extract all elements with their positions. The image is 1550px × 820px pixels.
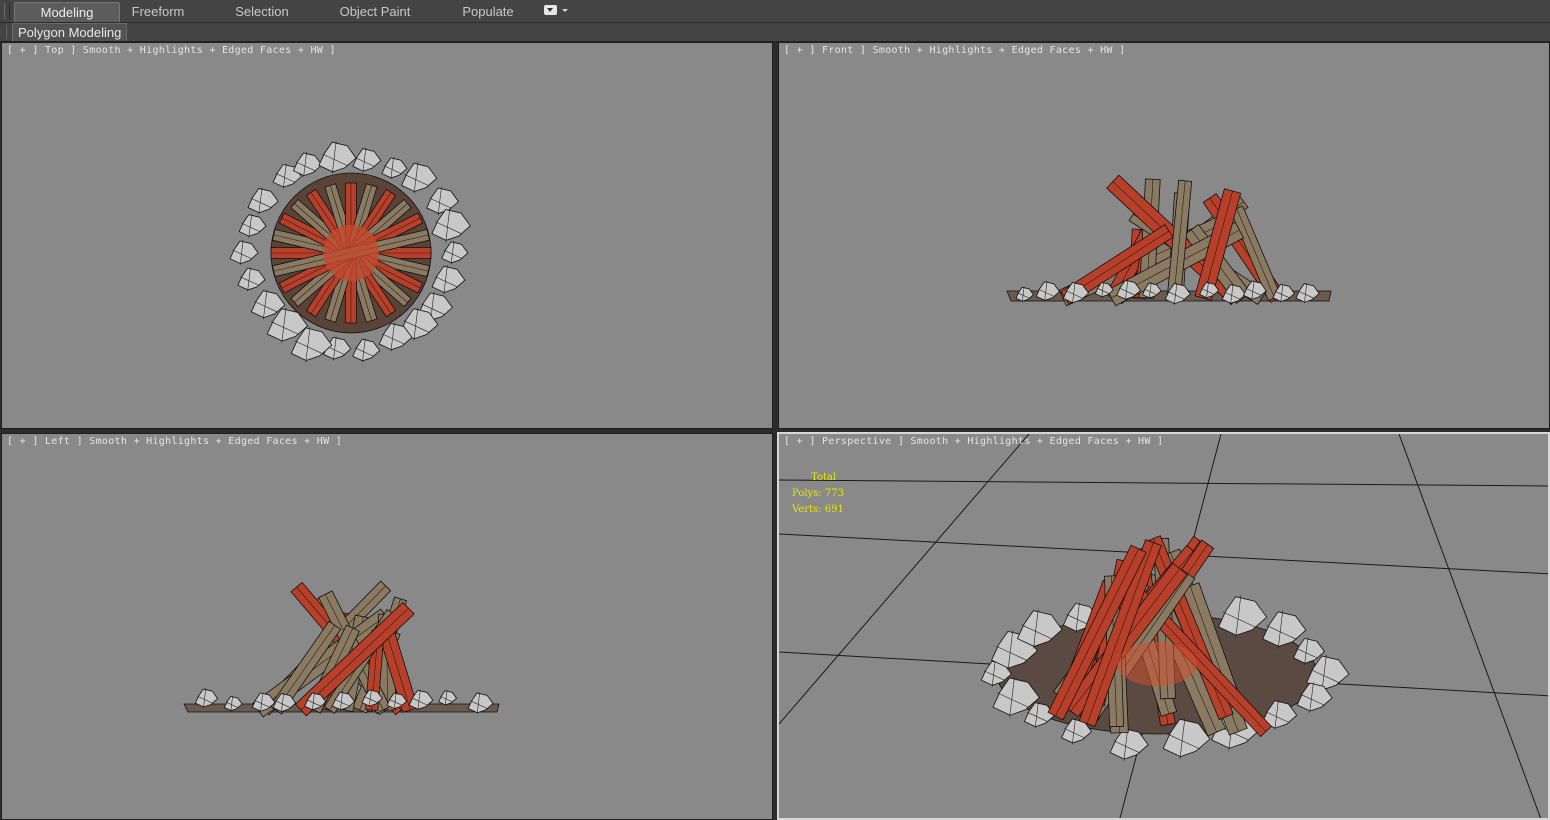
stats-polys-value: 773 [824,488,844,499]
stone-mesh [237,267,266,291]
viewport-menu-plus[interactable]: + [797,436,803,447]
stone-mesh [431,209,471,241]
stone-mesh [238,214,267,237]
stats-verts-row: Verts: 691 [792,502,844,518]
stone-mesh [247,188,279,214]
ribbon-grip[interactable] [4,3,10,19]
panel-grip[interactable] [6,25,10,39]
stone-mesh [318,141,357,173]
statistics-overlay: Total Polys: 773 Verts: 691 [792,470,844,518]
campfire-model-front [1006,174,1332,307]
home-grid [779,434,1548,818]
ribbon-options-dropdown[interactable] [544,5,570,17]
viewport-front[interactable]: [ + ] Front ] Smooth + Highlights + Edge… [778,42,1550,429]
viewport-top[interactable]: [ + ] Top ] Smooth + Highlights + Edged … [1,42,773,429]
campfire-model-top [229,141,471,363]
panel-polygon-modeling[interactable]: Polygon Modeling [12,23,128,41]
tab-modeling[interactable]: Modeling [14,2,120,22]
tab-selection[interactable]: Selection [221,2,303,21]
chevron-down-icon [562,9,568,12]
tab-populate[interactable]: Populate [450,2,526,21]
stone-mesh [381,157,408,179]
stats-header: Total [792,470,844,486]
stone-mesh [438,690,458,706]
viewport-label-perspective: [ + ] Perspective ] Smooth + Highlights … [784,436,1163,447]
tab-object-paint[interactable]: Object Paint [330,2,420,21]
stats-verts-value: 691 [824,504,844,515]
ribbon-panel-bar: Polygon Modeling [0,23,1550,42]
ember-glow [1117,642,1197,686]
viewport-left[interactable]: [ + ] Left ] Smooth + Highlights + Edged… [1,433,773,820]
label-separator: ] [809,436,816,447]
stone-mesh [431,265,466,293]
grid-line [1398,434,1542,818]
ribbon-menu-icon [544,5,557,15]
grid-line [779,479,1548,487]
stone-mesh [229,240,259,265]
stone-mesh [426,187,459,214]
ember-glow [323,225,379,281]
viewport-point-of-view-menu[interactable]: Perspective [822,436,892,447]
stone-mesh [352,338,381,362]
ribbon-tab-bar: Modeling Freeform Selection Object Paint… [0,0,1550,23]
label-bracket: ] [1157,436,1164,447]
stone-mesh [1262,611,1307,647]
stats-polys-label: Polys: [792,488,822,499]
viewport-perspective[interactable]: [ + ] Perspective ] Smooth + Highlights … [777,432,1550,820]
viewport-shading-menu[interactable]: Smooth + Highlights + Edged Faces + HW [910,436,1150,447]
label-separator: ] [897,436,905,447]
stats-polys-row: Polys: 773 [792,486,844,502]
label-bracket: [ [784,436,791,447]
tab-freeform[interactable]: Freeform [118,2,198,21]
stats-verts-label: Verts: [792,504,822,515]
campfire-model-left [183,580,500,718]
stone-mesh [292,152,323,177]
stone-mesh [352,148,382,172]
stone-mesh [441,241,469,264]
stats-total-label: Total [811,472,837,483]
